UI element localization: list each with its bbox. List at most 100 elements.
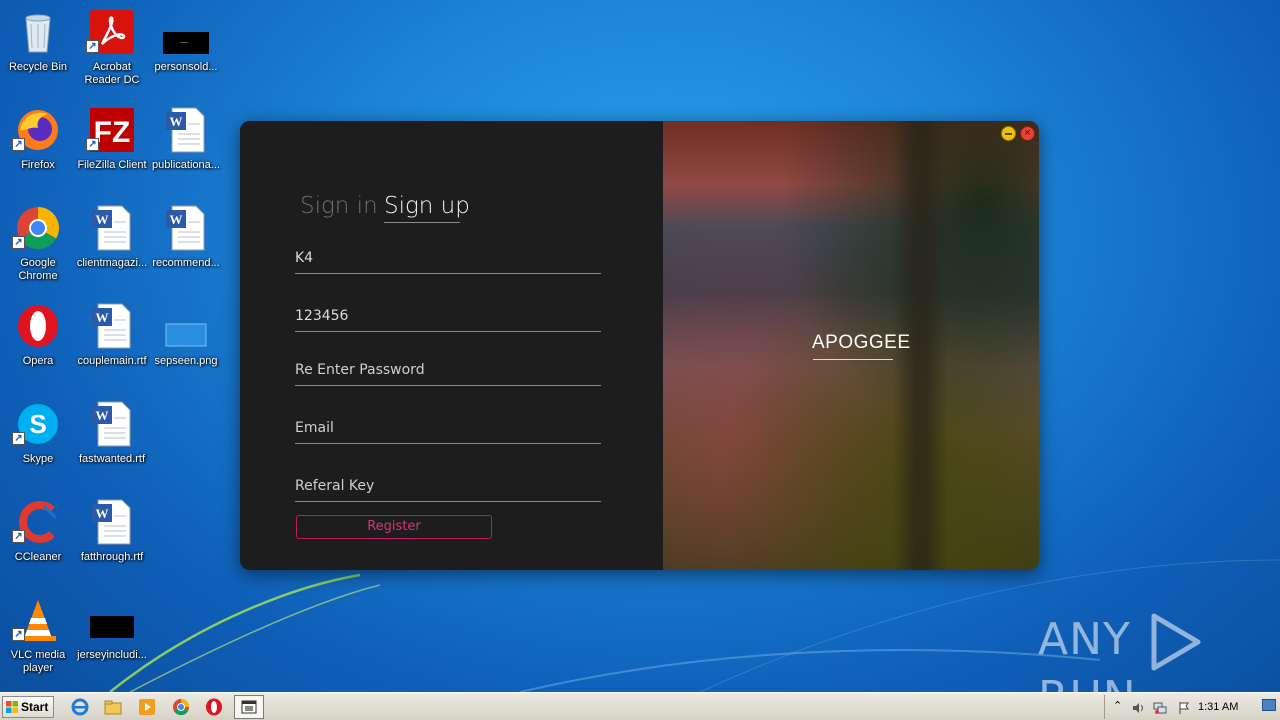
tray-expand-icon[interactable]: ⌃	[1113, 699, 1127, 713]
shortcut-arrow-icon: ↗	[86, 138, 99, 151]
icon-label: VLC media player	[10, 649, 66, 674]
icon-label: Skype	[22, 453, 54, 465]
desktop-icon-word-doc[interactable]: W couplemain.rtf	[74, 298, 150, 390]
show-desktop-button[interactable]	[1262, 699, 1276, 711]
register-button[interactable]: Register	[296, 515, 492, 539]
icon-label: Opera	[22, 355, 54, 367]
word-doc-icon: W	[92, 499, 131, 545]
explorer-folder-icon[interactable]	[103, 697, 123, 717]
email-field	[295, 414, 601, 444]
shortcut-arrow-icon: ↗	[12, 432, 25, 445]
desktop-icon-black-file[interactable]: personsold...	[148, 4, 224, 96]
brand-panel: APOGGEE ×	[663, 121, 1039, 570]
tab-sign-in[interactable]: Sign in	[300, 193, 378, 219]
desktop-icon-word-doc[interactable]: W fatthrough.rtf	[74, 494, 150, 586]
desktop-icon-skype[interactable]: S ↗ Skype	[0, 396, 76, 488]
desktop-icon-black-file[interactable]: jerseyincludi...	[74, 592, 150, 684]
referal-key-input[interactable]	[295, 472, 601, 500]
media-player-icon[interactable]	[137, 697, 157, 717]
svg-text:S: S	[29, 409, 46, 439]
icon-label: fastwanted.rtf	[78, 453, 146, 465]
close-icon: ×	[1024, 127, 1031, 139]
icon-label: Google Chrome	[18, 257, 58, 282]
word-doc-icon: W	[166, 205, 205, 251]
icon-label: sepseen.png	[154, 355, 218, 367]
svg-text:W: W	[170, 114, 183, 129]
clock[interactable]: 1:31 AM	[1198, 701, 1238, 713]
password-input[interactable]	[295, 302, 601, 330]
apoggee-window: Sign in Sign up Register APOGGEE	[240, 121, 1039, 570]
icon-label: personsold...	[154, 61, 218, 73]
desktop-icon-opera[interactable]: Opera	[0, 298, 76, 390]
tab-sign-up[interactable]: Sign up	[384, 193, 470, 219]
field-underline	[295, 385, 601, 386]
icon-label: couplemain.rtf	[77, 355, 147, 367]
desktop-icon-word-doc[interactable]: W publicationa...	[148, 102, 224, 194]
icon-label: CCleaner	[14, 551, 62, 563]
start-button[interactable]: Start	[2, 696, 54, 718]
brand-underline	[813, 359, 893, 360]
icon-label: publicationa...	[152, 159, 220, 171]
field-underline	[295, 501, 601, 502]
signup-panel: Sign in Sign up Register	[240, 121, 663, 570]
shortcut-arrow-icon: ↗	[12, 138, 25, 151]
reenter-password-input[interactable]	[295, 356, 601, 384]
svg-text:W: W	[170, 212, 183, 227]
action-center-flag-icon[interactable]	[1177, 701, 1191, 715]
desktop-icon-acrobat[interactable]: ↗ Acrobat Reader DC	[74, 4, 150, 96]
close-button[interactable]: ×	[1020, 126, 1035, 141]
icon-label: recommend...	[152, 257, 220, 269]
shortcut-arrow-icon: ↗	[86, 40, 99, 53]
icon-label: fatthrough.rtf	[80, 551, 144, 563]
desktop-icon-word-doc[interactable]: W fastwanted.rtf	[74, 396, 150, 488]
username-field	[295, 244, 601, 274]
chrome-taskbar-icon[interactable]	[171, 697, 191, 717]
black-file-icon	[163, 32, 209, 54]
password-field	[295, 302, 601, 332]
username-input[interactable]	[295, 244, 601, 272]
shortcut-arrow-icon: ↗	[12, 628, 25, 641]
desktop-icon-chrome[interactable]: ↗ Google Chrome	[0, 200, 76, 292]
desktop-icon-png-file[interactable]: sepseen.png	[148, 298, 224, 390]
icon-label: Acrobat Reader DC	[84, 61, 140, 86]
desktop-icon-word-doc[interactable]: W clientmagazi...	[74, 200, 150, 292]
icon-label: clientmagazi...	[76, 257, 148, 269]
svg-text:W: W	[96, 310, 109, 325]
black-file-icon	[90, 616, 134, 638]
desktop-icon-recycle-bin[interactable]: Recycle Bin	[0, 4, 76, 96]
volume-icon[interactable]	[1131, 701, 1145, 715]
desktop-icon-filezilla[interactable]: FZ ↗ FileZilla Client	[74, 102, 150, 194]
active-app-taskbar-button[interactable]	[234, 695, 264, 719]
desktop-icon-firefox[interactable]: ↗ Firefox	[0, 102, 76, 194]
recycle-bin-icon	[25, 14, 51, 53]
network-icon[interactable]	[1153, 701, 1167, 715]
desktop-icon-vlc[interactable]: ↗ VLC media player	[0, 592, 76, 684]
desktop-icon-ccleaner[interactable]: ↗ CCleaner	[0, 494, 76, 586]
opera-taskbar-icon[interactable]	[204, 697, 224, 717]
png-file-icon	[165, 323, 207, 347]
icon-label: Recycle Bin	[8, 61, 68, 73]
referal-key-field	[295, 472, 601, 502]
word-doc-icon: W	[166, 107, 205, 153]
svg-text:FZ: FZ	[94, 116, 131, 149]
email-input[interactable]	[295, 414, 601, 442]
ie-icon[interactable]	[70, 697, 90, 717]
icon-label: jerseyincludi...	[77, 649, 147, 661]
svg-text:W: W	[96, 506, 109, 521]
field-underline	[295, 273, 601, 274]
shortcut-arrow-icon: ↗	[12, 530, 25, 543]
minimize-button[interactable]	[1001, 126, 1016, 141]
opera-icon	[18, 305, 58, 347]
watermark-left: ANY	[1038, 614, 1131, 665]
field-underline	[295, 331, 601, 332]
start-label: Start	[21, 700, 49, 714]
shortcut-arrow-icon: ↗	[12, 236, 25, 249]
word-doc-icon: W	[92, 303, 131, 349]
desktop-icon-word-doc[interactable]: W recommend...	[148, 200, 224, 292]
windows-logo-icon	[6, 701, 18, 713]
app-window-icon	[241, 700, 257, 714]
system-tray: ⌃	[1104, 695, 1280, 719]
active-tab-underline	[384, 222, 460, 223]
icon-label: Firefox	[21, 159, 55, 171]
icon-label: FileZilla Client	[77, 159, 147, 171]
